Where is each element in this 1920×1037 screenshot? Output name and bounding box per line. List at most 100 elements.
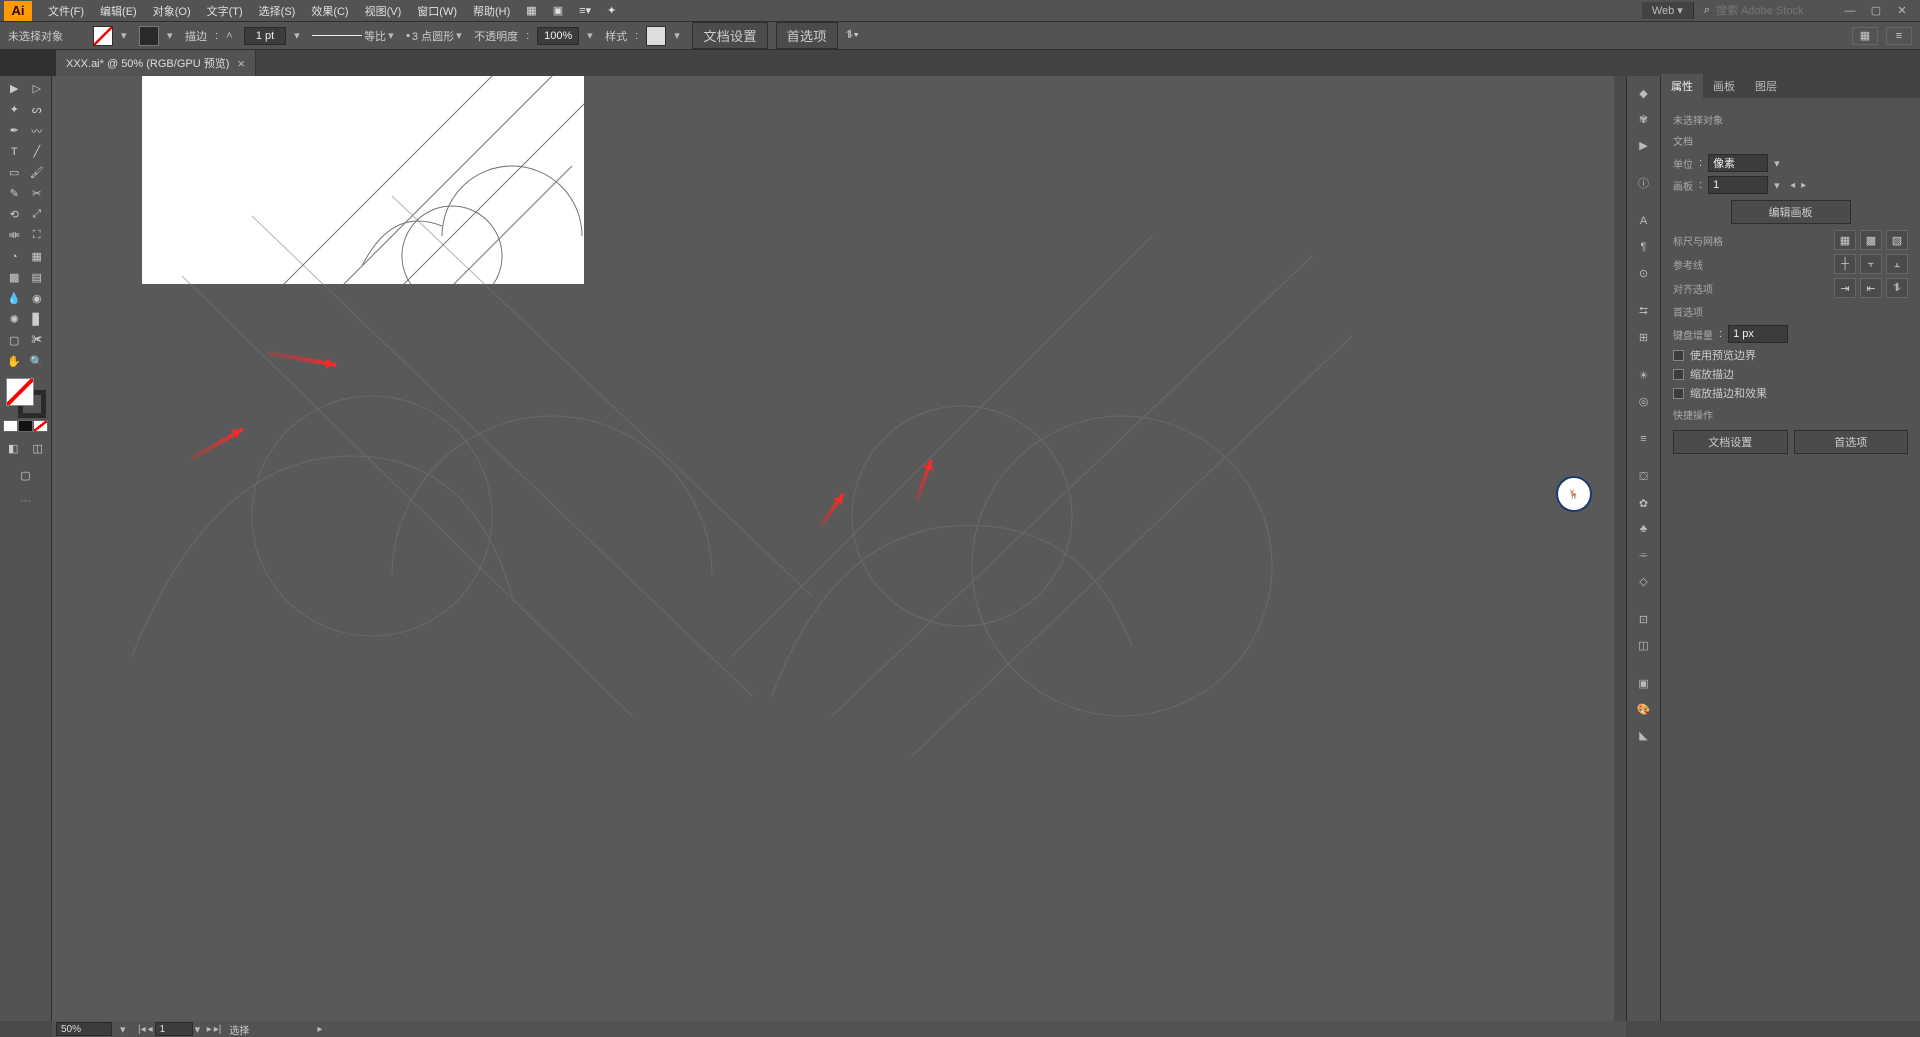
units-dd[interactable]: ▾ [1774, 157, 1784, 170]
menu-file[interactable]: 文件(F) [40, 1, 92, 21]
panel-icon-stroke2[interactable]: ⌯ [1628, 542, 1660, 568]
width-tool[interactable]: ⟚ [3, 225, 26, 246]
free-transform-tool[interactable]: ⛶ [26, 225, 49, 246]
artboard-num-dd[interactable]: ▾ [195, 1023, 205, 1036]
grid-toggle-icon[interactable]: ▩ [1860, 230, 1882, 250]
draw-mode-icon[interactable]: ◧ [3, 438, 24, 459]
menu-edit[interactable]: 编辑(E) [92, 1, 145, 21]
style-swatch[interactable] [646, 26, 666, 46]
prefs-button[interactable]: 首选项 [776, 22, 838, 49]
panel-icon-glyph[interactable]: ⊙ [1628, 260, 1660, 286]
eyedropper-tool[interactable]: 💧 [3, 288, 26, 309]
stroke-up[interactable]: ˄ [226, 30, 236, 42]
align-icon[interactable]: ⥮▾ [846, 29, 859, 42]
document-tab-close[interactable]: × [237, 56, 245, 71]
key-increment-input[interactable] [1728, 325, 1788, 343]
eraser-tool[interactable]: ✂ [26, 183, 49, 204]
menu-window[interactable]: 窗口(W) [409, 1, 465, 21]
menu-type[interactable]: 文字(T) [199, 1, 251, 21]
direct-selection-tool[interactable]: ▷ [26, 78, 49, 99]
artboard-next[interactable]: ▸ [1801, 180, 1806, 191]
guides-smart-icon[interactable]: ⫠ [1886, 254, 1908, 274]
window-close[interactable]: ✕ [1896, 5, 1908, 17]
stroke-style-select[interactable]: 等比▾ [312, 28, 398, 44]
search-box[interactable]: ⌕ [1704, 4, 1836, 17]
opacity-input[interactable] [537, 27, 579, 45]
color-mode-none[interactable] [33, 420, 48, 432]
selection-tool[interactable]: ▶ [3, 78, 26, 99]
window-maximize[interactable]: ▢ [1870, 5, 1882, 17]
panel-icon-symbols[interactable]: ♣ [1628, 516, 1660, 542]
panel-icon-color[interactable]: ◆ [1628, 80, 1660, 106]
menu-stock-icon[interactable]: ▣ [545, 2, 571, 19]
tab-properties[interactable]: 属性 [1661, 74, 1703, 98]
lasso-tool[interactable]: ᔕ [26, 99, 49, 120]
color-mode-gradient[interactable] [18, 420, 33, 432]
menu-help[interactable]: 帮助(H) [465, 1, 518, 21]
graph-tool[interactable]: ▊ [26, 309, 49, 330]
scale-strokes-checkbox[interactable]: 缩放描边 [1673, 366, 1908, 382]
rectangle-tool[interactable]: ▭ [3, 162, 26, 183]
panel-icon-brushes[interactable]: ✿ [1628, 490, 1660, 516]
nav-last[interactable]: ▸| [214, 1024, 222, 1035]
menu-view[interactable]: 视图(V) [357, 1, 410, 21]
menu-object[interactable]: 对象(O) [145, 1, 199, 21]
status-more[interactable]: ▸ [317, 1024, 322, 1035]
menu-cloud-icon[interactable]: ✦ [599, 2, 624, 19]
pen-tool[interactable]: ✒ [3, 120, 26, 141]
menu-arrange-icon[interactable]: ≡▾ [571, 2, 599, 19]
style-dd[interactable]: ▾ [674, 29, 684, 42]
stroke-swatch[interactable] [139, 26, 159, 46]
stroke-weight-dd[interactable]: ▾ [294, 29, 304, 42]
tab-artboards[interactable]: 画板 [1703, 74, 1745, 98]
menu-select[interactable]: 选择(S) [251, 1, 304, 21]
panel-icon-info[interactable]: ⓘ [1628, 170, 1660, 196]
panel-icon-image[interactable]: ▣ [1628, 670, 1660, 696]
panel-icon-link[interactable]: ⮀ [1628, 298, 1660, 324]
paintbrush-tool[interactable]: 🖌 [26, 162, 49, 183]
nav-first[interactable]: |◂ [138, 1024, 146, 1035]
prefs-button-2[interactable]: 首选项 [1794, 430, 1909, 454]
rotate-tool[interactable]: ⟲ [3, 204, 26, 225]
panel-icon-sun[interactable]: ☀ [1628, 362, 1660, 388]
hand-tool[interactable]: ✋ [3, 351, 26, 372]
panel-icon-align[interactable]: ≡ [1628, 426, 1660, 452]
snap-pixel-icon[interactable]: ⇥ [1834, 278, 1856, 298]
align-panel-icon[interactable]: ≡ [1886, 27, 1912, 45]
panel-icon-appearance[interactable]: ◇ [1628, 568, 1660, 594]
panel-icon-styles[interactable]: ✾ [1628, 106, 1660, 132]
scale-tool[interactable]: ⤢ [26, 204, 49, 225]
opacity-dd[interactable]: ▾ [587, 29, 597, 42]
panel-icon-transform[interactable]: ⊡ [1628, 606, 1660, 632]
nav-next[interactable]: ▸ [207, 1024, 212, 1035]
transform-panel-icon[interactable]: ▦ [1852, 27, 1878, 45]
scale-effects-checkbox[interactable]: 缩放描边和效果 [1673, 385, 1908, 401]
artboard-tool[interactable]: ▢ [3, 330, 26, 351]
curvature-tool[interactable]: 〰 [26, 120, 49, 141]
pencil-tool[interactable]: ✎ [3, 183, 26, 204]
doc-setup-button[interactable]: 文档设置 [692, 22, 767, 49]
slice-tool[interactable]: ✀ [26, 330, 49, 351]
panel-icon-actions[interactable]: ⊞ [1628, 324, 1660, 350]
stroke-dash-select[interactable]: • 3 点圆形▾ [406, 28, 466, 44]
panel-icon-para[interactable]: ¶ [1628, 234, 1660, 260]
zoom-dd[interactable]: ▾ [120, 1023, 130, 1036]
screen-mode-icon[interactable]: ◫ [28, 438, 49, 459]
magic-wand-tool[interactable]: ✦ [3, 99, 26, 120]
stroke-dropdown[interactable]: ▾ [167, 29, 177, 42]
doc-setup-button-2[interactable]: 文档设置 [1673, 430, 1788, 454]
snap-point-icon[interactable]: ⇤ [1860, 278, 1882, 298]
canvas[interactable]: 🦌 [52, 76, 1626, 1021]
panel-icon-play[interactable]: ▶ [1628, 132, 1660, 158]
document-tab[interactable]: XXX.ai* @ 50% (RGB/GPU 预览) × [56, 50, 256, 76]
artboard-select[interactable] [1708, 176, 1768, 194]
panel-icon-pathfinder[interactable]: ◫ [1628, 632, 1660, 658]
edit-artboards-button[interactable]: 编辑画板 [1731, 200, 1851, 224]
tab-layers[interactable]: 图层 [1745, 74, 1787, 98]
blend-tool[interactable]: ◉ [26, 288, 49, 309]
toolbox-more[interactable]: ⋯ [3, 494, 48, 507]
mesh-tool[interactable]: ▩ [3, 267, 26, 288]
guides-show-icon[interactable]: ┼ [1834, 254, 1856, 274]
units-select[interactable] [1708, 154, 1768, 172]
fill-dropdown[interactable]: ▾ [121, 29, 131, 42]
